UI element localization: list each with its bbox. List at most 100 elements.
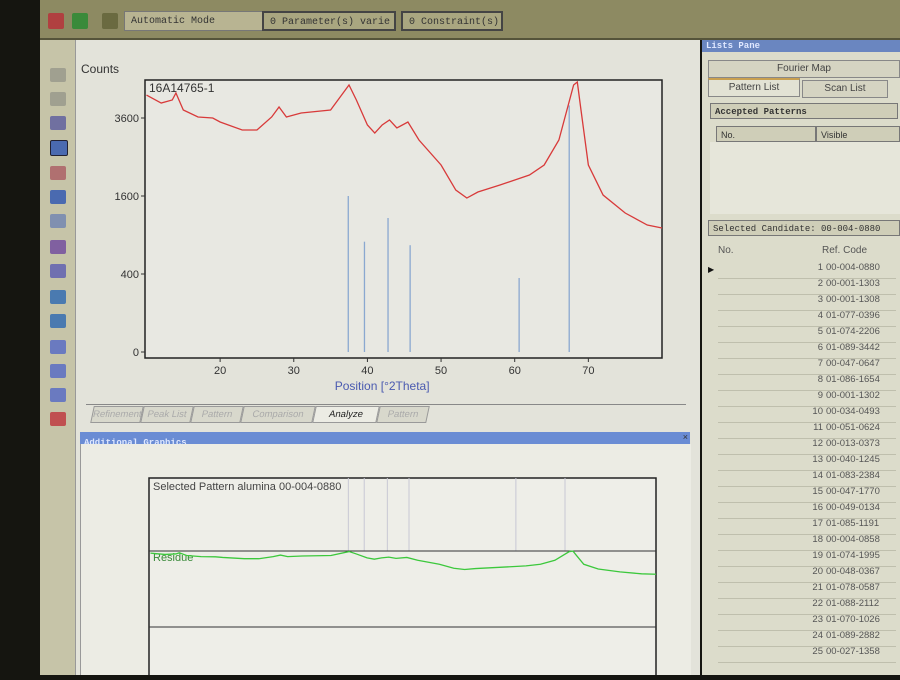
tab-peak-list[interactable]: Peak List xyxy=(140,406,194,423)
additional-graphics: Selected Pattern alumina 00-004-0880 Resi… xyxy=(80,444,691,679)
row-no: 8 xyxy=(817,374,823,385)
table-row[interactable]: 22 01-088-2112 xyxy=(718,598,896,615)
row-no: 6 xyxy=(817,342,823,353)
row-no: 12 xyxy=(812,438,823,449)
tab-analyze[interactable]: Analyze xyxy=(312,406,380,423)
target-icon[interactable] xyxy=(50,314,66,328)
row-ref-code: 01-083-2384 xyxy=(826,470,880,481)
row-ref-code: 00-001-1303 xyxy=(826,278,880,289)
row-no: 22 xyxy=(812,598,823,609)
row-ref-code: 01-089-2882 xyxy=(826,630,880,641)
row-no: 13 xyxy=(812,454,823,465)
table-row[interactable]: 18 00-004-0858 xyxy=(718,534,896,551)
search-icon[interactable] xyxy=(50,190,66,204)
tab-comparison[interactable]: Comparison xyxy=(240,406,316,423)
row-ref-code: 01-074-2206 xyxy=(826,326,880,337)
parameters-varied[interactable]: 0 Parameter(s) varie xyxy=(262,11,396,31)
x-tick-label: 60 xyxy=(509,365,521,377)
table-row[interactable]: 9 00-001-1302 xyxy=(718,390,896,407)
row-ref-code: 01-089-3442 xyxy=(826,342,880,353)
main-chart[interactable]: Counts 16A14765-1 Position [°2Theta] 0 400 16… xyxy=(76,40,700,400)
sticks-icon[interactable] xyxy=(50,340,66,354)
tab-refinement[interactable]: Refinement xyxy=(90,406,144,423)
row-ref-code: 00-034-0493 xyxy=(826,406,880,417)
table-row[interactable]: 14 01-083-2384 xyxy=(718,470,896,487)
table-row[interactable]: 7 00-047-0647 xyxy=(718,358,896,375)
col-no[interactable]: No. xyxy=(716,126,816,142)
additional-graphics-titlebar: Additional Graphics × xyxy=(80,432,690,448)
table-row[interactable]: 2 00-001-1303 xyxy=(718,278,896,295)
tab-scan-list[interactable]: Scan List xyxy=(802,80,888,98)
lists-pane-title: Lists Pane xyxy=(702,40,900,52)
table-row[interactable]: 15 00-047-1770 xyxy=(718,486,896,503)
eraser-icon[interactable] xyxy=(50,264,66,278)
x-tick-label: 30 xyxy=(288,365,300,377)
table-row[interactable]: 1 00-004-0880 xyxy=(718,262,896,279)
tab-fourier-map[interactable]: Fourier Map xyxy=(708,60,900,78)
col-visible[interactable]: Visible xyxy=(816,126,900,142)
analyze-icon[interactable] xyxy=(50,140,68,156)
axis-icon[interactable] xyxy=(50,116,66,130)
row-pointer-icon: ▶ xyxy=(708,265,715,274)
y-tick-label: 400 xyxy=(121,269,139,281)
zoom-icon[interactable] xyxy=(50,68,66,82)
table-row[interactable]: 19 01-074-1995 xyxy=(718,550,896,567)
table-row[interactable]: 17 01-085-1191 xyxy=(718,518,896,535)
row-ref-code: 00-001-1308 xyxy=(826,294,880,305)
row-ref-code: 01-070-1026 xyxy=(826,614,880,625)
row-no: 20 xyxy=(812,566,823,577)
x-tick-label: 70 xyxy=(582,365,594,377)
constraints[interactable]: 0 Constraint(s) xyxy=(401,11,503,31)
tools-icon[interactable] xyxy=(102,13,118,29)
select-icon[interactable] xyxy=(50,214,66,228)
col-ref-code[interactable]: Ref. Code xyxy=(822,245,867,256)
row-no: 21 xyxy=(812,582,823,593)
row-ref-code: 00-004-0858 xyxy=(826,534,880,545)
scale-icon[interactable] xyxy=(50,364,66,378)
row-no: 5 xyxy=(817,326,823,337)
pen-icon[interactable] xyxy=(50,240,66,254)
table-row[interactable]: 13 00-040-1245 xyxy=(718,454,896,471)
accepted-list[interactable] xyxy=(710,142,900,214)
table-row[interactable]: 10 00-034-0493 xyxy=(718,406,896,423)
magnify-icon[interactable] xyxy=(50,92,66,106)
row-ref-code: 01-078-0587 xyxy=(826,582,880,593)
row-no: 9 xyxy=(817,390,823,401)
table-row[interactable]: 12 00-013-0373 xyxy=(718,438,896,455)
col-no[interactable]: No. xyxy=(718,245,734,256)
tab-pattern[interactable]: Pattern xyxy=(376,406,430,423)
tab-pattern[interactable]: Pattern xyxy=(190,406,244,423)
table-row[interactable]: 20 00-048-0367 xyxy=(718,566,896,583)
table-row[interactable]: 5 01-074-2206 xyxy=(718,326,896,343)
table-row[interactable]: 24 01-089-2882 xyxy=(718,630,896,647)
table-row[interactable]: 23 01-070-1026 xyxy=(718,614,896,631)
tab-pattern-list[interactable]: Pattern List xyxy=(708,78,800,97)
run-icon[interactable] xyxy=(72,13,88,29)
profile-icon[interactable] xyxy=(50,388,66,402)
table-row[interactable]: 3 00-001-1308 xyxy=(718,294,896,311)
row-ref-code: 00-047-1770 xyxy=(826,486,880,497)
table-row[interactable]: 8 01-086-1654 xyxy=(718,374,896,391)
y-axis-label: Counts xyxy=(81,62,119,76)
row-no: 15 xyxy=(812,486,823,497)
table-row[interactable]: 4 01-077-0396 xyxy=(718,310,896,327)
row-no: 7 xyxy=(817,358,823,369)
row-ref-code: 00-040-1245 xyxy=(826,454,880,465)
table-row[interactable]: 11 00-051-0624 xyxy=(718,422,896,439)
x-tick-label: 20 xyxy=(214,365,226,377)
table-row[interactable]: 25 00-027-1358 xyxy=(718,646,896,663)
scan-icon[interactable] xyxy=(48,13,64,29)
row-ref-code: 01-085-1191 xyxy=(826,518,880,529)
table-row[interactable]: 6 01-089-3442 xyxy=(718,342,896,359)
plot-area xyxy=(144,79,663,359)
table-icon[interactable] xyxy=(50,412,66,426)
chart-icon[interactable] xyxy=(50,290,66,304)
row-ref-code: 00-048-0367 xyxy=(826,566,880,577)
table-row[interactable]: 16 00-049-0134 xyxy=(718,502,896,519)
close-icon[interactable]: × xyxy=(683,432,688,442)
selected-pattern-label: Selected Pattern alumina 00-004-0880 xyxy=(153,481,341,493)
table-row[interactable]: 21 01-078-0587 xyxy=(718,582,896,599)
residue-chart[interactable]: Selected Pattern alumina 00-004-0880Resi… xyxy=(81,444,691,679)
row-no: 18 xyxy=(812,534,823,545)
peak-icon[interactable] xyxy=(50,166,66,180)
